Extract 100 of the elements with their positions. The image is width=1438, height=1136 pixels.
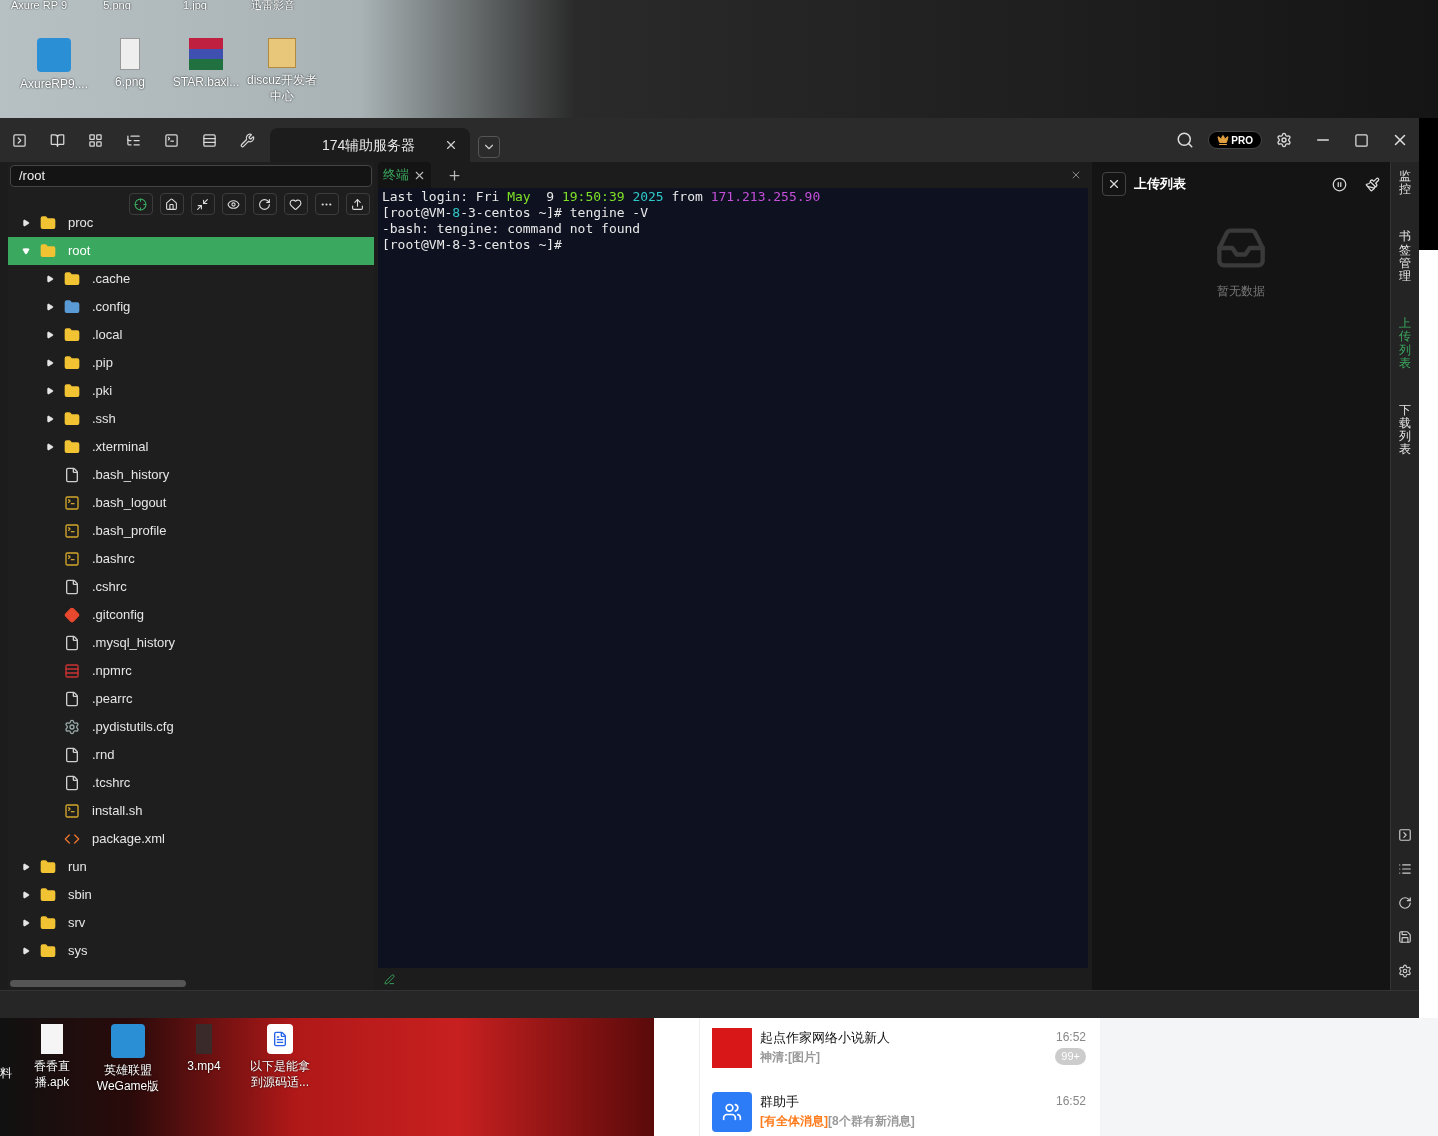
rail-tab[interactable]: 监控 [1399, 170, 1412, 197]
book-icon [49, 132, 65, 148]
tree-row[interactable]: .cshrc [8, 573, 374, 601]
tree-row[interactable]: package.xml [8, 825, 374, 853]
panel-tool-button[interactable] [128, 193, 153, 215]
tree-row[interactable]: .bash_logout [8, 489, 374, 517]
path-field[interactable]: /root [10, 165, 372, 187]
panel-tool-button[interactable] [190, 193, 215, 215]
list-tree-icon [125, 132, 141, 148]
tree-row[interactable]: proc [8, 209, 374, 237]
settings-icon[interactable] [1398, 964, 1413, 978]
desktop-icon-label[interactable]: 3.mp4 [169, 1058, 239, 1074]
tree-row[interactable]: sbin [8, 881, 374, 909]
tree-item-name: .ssh [92, 410, 116, 429]
chat-name: 群助手 [760, 1093, 799, 1111]
caret-icon[interactable] [46, 275, 54, 283]
rail-tab[interactable]: 书签管理 [1399, 230, 1412, 284]
terminal-file-icon [64, 803, 80, 819]
chat-time: 16:52 [1055, 1093, 1086, 1110]
desktop-icon-label[interactable]: 香香直播.apk [17, 1058, 87, 1090]
tree-row[interactable]: .local [8, 321, 374, 349]
terminal-tab[interactable]: 终端 [377, 162, 431, 188]
tree-row[interactable]: run [8, 853, 374, 881]
caret-icon[interactable] [22, 863, 30, 871]
caret-icon[interactable] [46, 303, 54, 311]
caret-icon[interactable] [22, 947, 30, 955]
file-icon [64, 775, 80, 791]
panel-tool-button[interactable] [283, 193, 308, 215]
document-glyph-icon [272, 1031, 288, 1047]
console-icon [163, 132, 179, 148]
tree-row[interactable]: .gitconfig [8, 601, 374, 629]
maximize-icon[interactable] [1354, 132, 1369, 148]
chat-preview: [有全体消息] [760, 1112, 828, 1130]
caret-icon[interactable] [46, 359, 54, 367]
tree-row[interactable]: .tcshrc [8, 769, 374, 797]
rail-tab[interactable]: 下载列表 [1399, 403, 1412, 457]
folder-icon [64, 271, 80, 287]
caret-icon[interactable] [46, 387, 54, 395]
desktop-icon-label[interactable]: 料 [0, 1064, 14, 1136]
tree-item-name: proc [68, 214, 94, 233]
close-panel-button[interactable] [1101, 172, 1126, 196]
tree-item-name: .pki [92, 382, 113, 401]
tree-item-name: .pip [92, 354, 113, 373]
terminal-line: [root@VM-8-3-centos ~]# [381, 237, 563, 253]
tree-row[interactable]: .cache [8, 265, 374, 293]
tree-row[interactable]: srv [8, 909, 374, 937]
document-icon[interactable] [267, 1024, 293, 1054]
list-icon[interactable] [1398, 862, 1413, 876]
caret-icon[interactable] [22, 219, 30, 227]
settings-icon[interactable] [1276, 132, 1292, 148]
tree-row[interactable]: .ssh [8, 405, 374, 433]
close-icon[interactable] [444, 138, 458, 152]
tree-row[interactable]: .pearrc [8, 685, 374, 713]
tree-row[interactable]: .config [8, 293, 374, 321]
folder-icon [40, 243, 56, 259]
folder-icon [64, 383, 80, 399]
tree-row[interactable]: sys [8, 937, 374, 965]
tree-item-name: .bash_logout [92, 494, 167, 513]
panel-tool-button[interactable] [252, 193, 277, 215]
tree-row[interactable]: install.sh [8, 797, 374, 825]
panel-tool-button[interactable] [345, 193, 370, 215]
caret-icon[interactable] [46, 443, 54, 451]
tree-item-name: package.xml [92, 830, 165, 849]
pen-icon[interactable] [383, 973, 395, 985]
save-icon[interactable] [1398, 930, 1413, 944]
tree-row[interactable]: .pip [8, 349, 374, 377]
tree-row[interactable]: .pydistutils.cfg [8, 713, 374, 741]
tree-row[interactable]: .mysql_history [8, 629, 374, 657]
tree-row[interactable]: .bash_profile [8, 517, 374, 545]
tree-row[interactable]: .bashrc [8, 545, 374, 573]
caret-icon[interactable] [46, 415, 54, 423]
horizontal-scrollbar[interactable] [10, 979, 186, 987]
tree-item-name: .config [92, 298, 131, 317]
tree-row[interactable]: .pki [8, 377, 374, 405]
caret-icon[interactable] [46, 331, 54, 339]
desktop-icon-label[interactable]: 英雄联盟WeGame版 [93, 1062, 163, 1094]
tree-row[interactable]: .rnd [8, 741, 374, 769]
panel-tool-button[interactable] [221, 193, 246, 215]
panel-tool-button[interactable] [159, 193, 184, 215]
tree-row[interactable]: .bash_history [8, 461, 374, 489]
tab-title: 174辅助服务器 [322, 135, 416, 155]
terminal-file-icon [64, 523, 80, 539]
session-tab[interactable]: 174辅助服务器 [270, 128, 470, 162]
chat-item[interactable]: 群助手 16:52 [有全体消息][8个群有新消息] [712, 1092, 1086, 1132]
tab-dropdown-button[interactable] [478, 136, 500, 158]
caret-icon[interactable] [22, 919, 30, 927]
folder-icon [64, 299, 80, 315]
caret-icon[interactable] [22, 891, 30, 899]
pro-badge[interactable]: PRO [1208, 131, 1262, 149]
pause-icon[interactable] [1332, 176, 1348, 192]
refresh-icon[interactable] [1398, 896, 1413, 910]
brush-icon[interactable] [1365, 176, 1381, 192]
terminal-icon[interactable] [1398, 828, 1413, 842]
rail-tab[interactable]: 上传列表 [1399, 317, 1412, 370]
desktop-icon-label[interactable]: 以下是能拿到源码适... [245, 1058, 315, 1090]
tree-item-name: .cshrc [92, 578, 127, 597]
tree-row[interactable]: .npmrc [8, 657, 374, 685]
tree-row[interactable]: .xterminal [8, 433, 374, 461]
add-tab-icon[interactable] [446, 167, 462, 183]
search-icon[interactable] [1176, 131, 1195, 149]
